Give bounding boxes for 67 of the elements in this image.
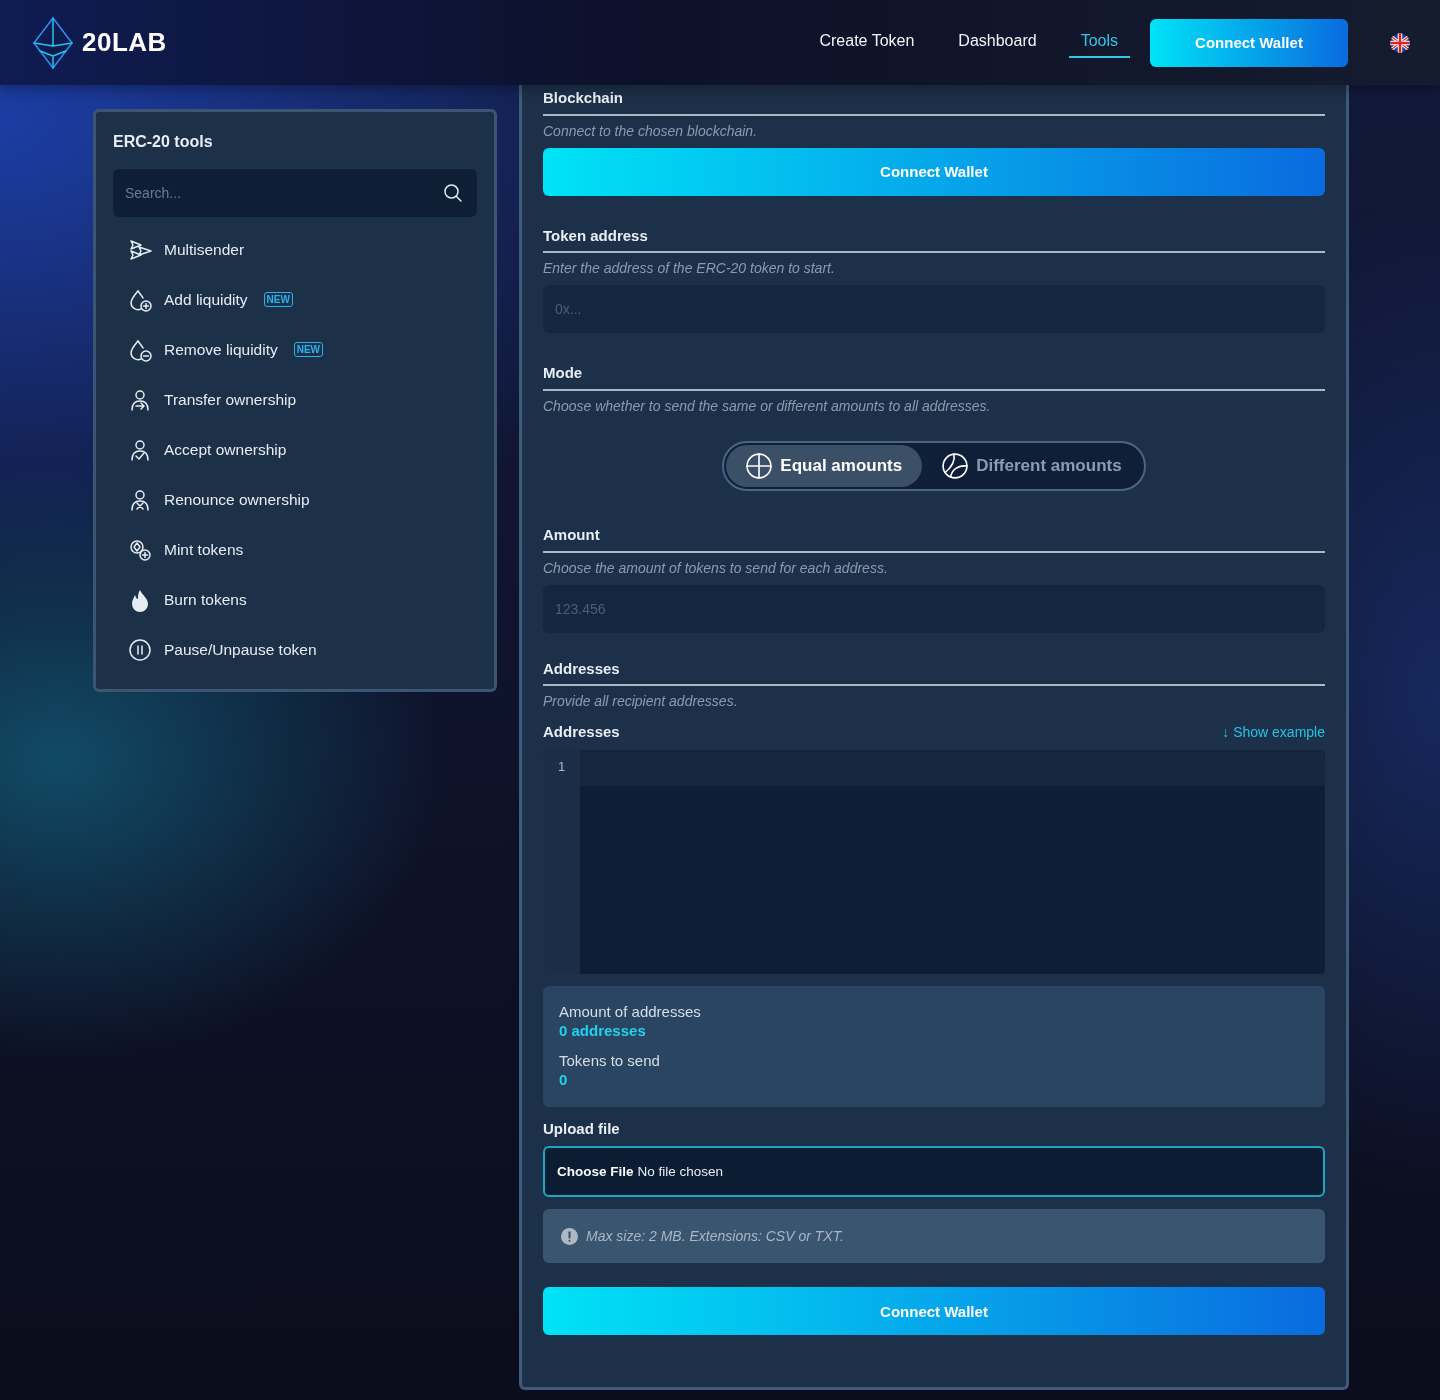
- sidebar-item[interactable]: Pause/Unpause token: [113, 624, 477, 675]
- sidebar-item[interactable]: Burn tokens: [113, 574, 477, 625]
- line-number: 1: [556, 758, 567, 776]
- sidebar-item-label: Pause/Unpause token: [164, 639, 317, 660]
- nav-link[interactable]: Dashboard: [946, 27, 1049, 58]
- person-arrow-icon: [128, 387, 152, 412]
- sidebar-item-label: Remove liquidity: [164, 339, 278, 360]
- field-hint: Provide all recipient addresses.: [543, 692, 739, 711]
- mode-option[interactable]: Different amounts: [922, 445, 1142, 488]
- flag-icon: [1390, 32, 1410, 53]
- sidebar-item[interactable]: Add liquidity NEW: [113, 274, 477, 325]
- sidebar-item[interactable]: Renounce ownership: [113, 474, 477, 525]
- nav-link[interactable]: Create Token: [807, 27, 927, 58]
- field-hint: Enter the address of the ERC-20 token to start.: [543, 259, 836, 278]
- logo-text: 20LAB: [82, 25, 167, 59]
- field-label: Addresses: [543, 658, 1325, 687]
- token-address-input[interactable]: 0x...: [543, 285, 1325, 334]
- info-text: Max size: 2 MB. Extensions: CSV or TXT.: [586, 1227, 844, 1246]
- drop-minus-icon: [128, 337, 152, 362]
- sidebar-item[interactable]: Transfer ownership: [113, 374, 477, 425]
- sidebar-item-label: Renounce ownership: [164, 489, 310, 510]
- search-icon: [443, 182, 463, 203]
- mode-option[interactable]: Equal amounts: [726, 445, 923, 488]
- sidebar-item-label: Mint tokens: [164, 539, 244, 560]
- file-status-text: No file chosen: [637, 1163, 724, 1181]
- field-label: Amount: [543, 525, 1325, 553]
- field-label: Token address: [543, 225, 1325, 254]
- sidebar-item[interactable]: Remove liquidity NEW: [113, 324, 477, 375]
- sidebar-item[interactable]: Accept ownership: [113, 424, 477, 475]
- sidebar-item-label: Accept ownership: [164, 439, 287, 460]
- exclamation-icon: [561, 1227, 578, 1245]
- field-hint: Connect to the chosen blockchain.: [543, 121, 759, 140]
- sidebar-item-label: Burn tokens: [164, 589, 247, 610]
- field-hint: Choose whether to send the same or different amounts to all addresses.: [543, 396, 992, 416]
- sidebar-item-label: Transfer ownership: [164, 389, 297, 410]
- editor-label: Addresses: [543, 722, 620, 742]
- person-check-icon: [128, 437, 152, 462]
- person-cross-icon: [128, 487, 152, 512]
- nav-link[interactable]: Tools: [1068, 27, 1130, 58]
- sidebar-item-label: Multisender: [164, 239, 245, 260]
- amount-input[interactable]: 123.456: [543, 584, 1325, 633]
- summary-label: Amount of addresses: [559, 1001, 702, 1022]
- globe-icon: [746, 453, 773, 480]
- new-badge: NEW: [293, 342, 324, 358]
- show-example-link[interactable]: ↓ Show example: [1222, 723, 1325, 742]
- field-hint: Choose the amount of tokens to send for each address.: [543, 558, 889, 577]
- file-upload-field[interactable]: Choose File No file chosen: [543, 1146, 1325, 1198]
- new-badge: NEW: [263, 292, 293, 308]
- sidebar-item-label: Add liquidity: [164, 289, 248, 310]
- search-field[interactable]: Search...: [113, 168, 477, 217]
- drop-plus-icon: [128, 287, 152, 312]
- sidebar-title: ERC-20 tools: [113, 132, 214, 152]
- send-icon: [128, 237, 152, 262]
- field-label: Mode: [543, 363, 1325, 391]
- summary-label: Tokens to send: [559, 1050, 661, 1071]
- pause-icon: [128, 637, 152, 662]
- summary-value: 0 addresses: [559, 1021, 647, 1041]
- field-label: Upload file: [543, 1118, 621, 1139]
- diamond-logo-icon: [32, 15, 74, 70]
- summary-value: 0: [559, 1070, 569, 1090]
- choose-file-button[interactable]: Choose File: [557, 1163, 638, 1181]
- address-editor[interactable]: 1: [543, 749, 1325, 974]
- sidebar-item[interactable]: Mint tokens: [113, 524, 477, 575]
- ball-icon: [942, 453, 969, 480]
- sidebar-item[interactable]: Multisender: [113, 224, 477, 275]
- coin-plus-icon: [128, 537, 152, 562]
- field-label: Blockchain: [543, 85, 1325, 116]
